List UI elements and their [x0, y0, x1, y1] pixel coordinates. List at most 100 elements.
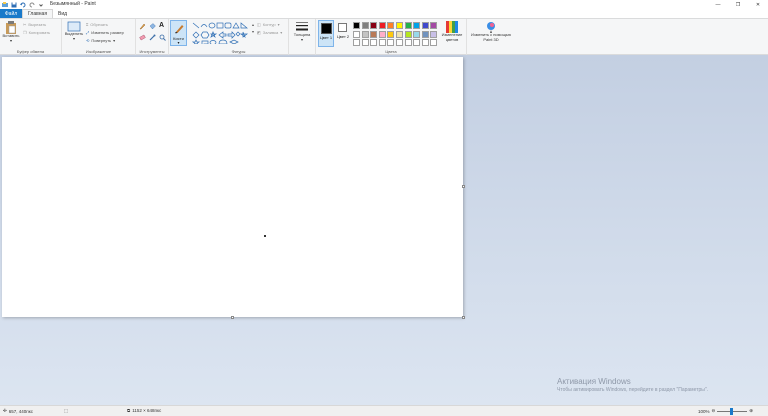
- select-dropdown-chevron-icon[interactable]: ▾: [73, 36, 75, 42]
- image-group-label: Изображение: [85, 49, 112, 54]
- palette-swatch[interactable]: [396, 30, 403, 38]
- tab-view[interactable]: Вид: [53, 9, 72, 18]
- pencil-icon[interactable]: [139, 23, 146, 30]
- palette-swatch[interactable]: [421, 22, 429, 29]
- palette-swatch[interactable]: [361, 39, 369, 46]
- palette-swatch[interactable]: [396, 39, 403, 46]
- palette-swatch[interactable]: [378, 22, 386, 29]
- copy-button[interactable]: ❐ Копировать: [23, 30, 50, 35]
- eraser-icon[interactable]: [139, 34, 146, 41]
- palette-swatch[interactable]: [404, 22, 412, 29]
- palette-swatch[interactable]: [404, 39, 412, 46]
- select-button[interactable]: Выделить ▾: [64, 21, 84, 41]
- cut-label: Вырезать: [28, 22, 47, 27]
- palette-swatch[interactable]: [404, 30, 412, 38]
- paint3d-button[interactable]: Изменить с помощью Paint 3D: [470, 21, 512, 42]
- paste-button[interactable]: Вставить ▾: [2, 21, 20, 43]
- color2-button[interactable]: Цвет 2: [336, 20, 350, 47]
- rotate-icon: ⟲: [86, 38, 90, 43]
- brushes-button[interactable]: Кисти ▾: [170, 20, 187, 46]
- palette-swatch[interactable]: [413, 39, 421, 46]
- shapes-scroll-down-icon[interactable]: ▾: [252, 29, 254, 34]
- magnifier-icon[interactable]: [159, 34, 166, 41]
- rotate-dropdown-chevron-icon[interactable]: ▾: [113, 38, 115, 43]
- color1-button[interactable]: Цвет 1: [318, 20, 334, 47]
- undo-icon[interactable]: [20, 2, 26, 8]
- thickness-chevron-icon: ▾: [300, 36, 303, 42]
- fill-bucket-icon[interactable]: [149, 23, 156, 30]
- fill-icon: ◩: [257, 30, 261, 35]
- canvas[interactable]: [2, 57, 463, 317]
- palette-swatch[interactable]: [370, 39, 378, 46]
- palette-swatch[interactable]: [361, 22, 369, 29]
- color-picker-icon[interactable]: [149, 34, 156, 41]
- zoom-in-icon[interactable]: ⊕: [749, 408, 753, 414]
- palette-swatch[interactable]: [361, 30, 369, 38]
- tab-home[interactable]: Главная: [22, 9, 54, 18]
- fill-chevron-icon: ▾: [280, 30, 283, 35]
- palette-swatch[interactable]: [353, 39, 360, 46]
- drawing-workspace[interactable]: Активация Windows Чтобы активировать Win…: [0, 55, 768, 405]
- palette-swatch[interactable]: [378, 30, 386, 38]
- brush-icon: [175, 25, 184, 34]
- resize-label: Изменить размер: [91, 30, 124, 35]
- cursor-position-icon: ✣: [3, 408, 7, 413]
- crop-button[interactable]: ⌗ Обрезать: [86, 22, 108, 27]
- resize-button[interactable]: ⤢ Изменить размер: [86, 30, 124, 35]
- close-button[interactable]: ✕: [748, 0, 768, 9]
- color2-label: Цвет 2: [336, 34, 350, 39]
- maximize-button[interactable]: ❐: [728, 0, 748, 9]
- canvas-dot: [264, 235, 266, 237]
- zoom-slider-thumb[interactable]: [730, 407, 734, 415]
- color2-swatch: [338, 23, 347, 32]
- palette-swatch[interactable]: [387, 30, 395, 38]
- thickness-button[interactable]: Толщина ▾: [291, 21, 313, 42]
- image-group: Выделить ▾ ⌗ Обрезать ⤢ Изменить размер …: [62, 19, 136, 55]
- shapes-group: ▴ ▾ ◫ Контур ▾ ◩ Заливка ▾ Фигуры: [189, 19, 289, 55]
- palette-swatch[interactable]: [353, 22, 360, 29]
- rotate-button[interactable]: ⟲ Повернуть ▾: [86, 38, 115, 43]
- title-bar: Безымянный - Paint — ❐ ✕: [0, 0, 768, 9]
- palette-swatch[interactable]: [370, 22, 378, 29]
- palette-swatch[interactable]: [387, 22, 395, 29]
- cursor-position-text: 657, 440пкс: [8, 408, 34, 414]
- redo-icon[interactable]: [29, 2, 35, 8]
- palette-swatch[interactable]: [421, 30, 429, 38]
- palette-swatch[interactable]: [387, 39, 395, 46]
- shapes-gallery[interactable]: [192, 22, 252, 44]
- customize-qat-chevron-icon[interactable]: [38, 2, 44, 8]
- resize-handle-right[interactable]: [462, 185, 465, 188]
- shapes-scroll-up-icon[interactable]: ▴: [252, 22, 254, 27]
- palette-swatch[interactable]: [378, 39, 386, 46]
- text-tool-icon[interactable]: A: [159, 22, 164, 29]
- zoom-out-icon[interactable]: ⊖: [712, 408, 716, 414]
- palette-swatch[interactable]: [396, 22, 403, 29]
- paint-app-icon: [2, 1, 8, 8]
- cut-button[interactable]: ✂ Вырезать: [23, 22, 46, 27]
- minimize-button[interactable]: —: [708, 0, 728, 9]
- color1-label: Цвет 1: [319, 35, 333, 40]
- palette-swatch[interactable]: [430, 39, 438, 46]
- palette-swatch[interactable]: [370, 30, 378, 38]
- save-icon[interactable]: [11, 2, 17, 8]
- paste-dropdown-chevron-icon[interactable]: ▾: [10, 38, 12, 44]
- resize-handle-bottom[interactable]: [231, 316, 234, 319]
- resize-handle-corner[interactable]: [462, 316, 465, 319]
- tab-file[interactable]: Файл: [0, 9, 22, 18]
- palette-swatch[interactable]: [413, 22, 421, 29]
- clipboard-group-label: Буфер обмена: [16, 49, 45, 54]
- outline-icon: ◫: [257, 22, 261, 27]
- shapes-group-label: Фигуры: [231, 49, 246, 54]
- palette-swatch[interactable]: [430, 22, 438, 29]
- edit-colors-button[interactable]: Изменение цветов: [439, 21, 465, 42]
- outline-label: Контур: [262, 22, 276, 27]
- outline-button[interactable]: ◫ Контур ▾: [257, 22, 280, 27]
- palette-swatch[interactable]: [421, 39, 429, 46]
- palette-swatch[interactable]: [413, 30, 421, 38]
- fill-button[interactable]: ◩ Заливка ▾: [257, 30, 282, 35]
- zoom-slider[interactable]: [717, 407, 748, 415]
- windows-activation-watermark: Активация Windows Чтобы активировать Win…: [557, 377, 708, 393]
- canvas-size-icon: ⧉: [127, 408, 131, 413]
- palette-swatch[interactable]: [353, 30, 360, 38]
- palette-swatch[interactable]: [430, 30, 438, 38]
